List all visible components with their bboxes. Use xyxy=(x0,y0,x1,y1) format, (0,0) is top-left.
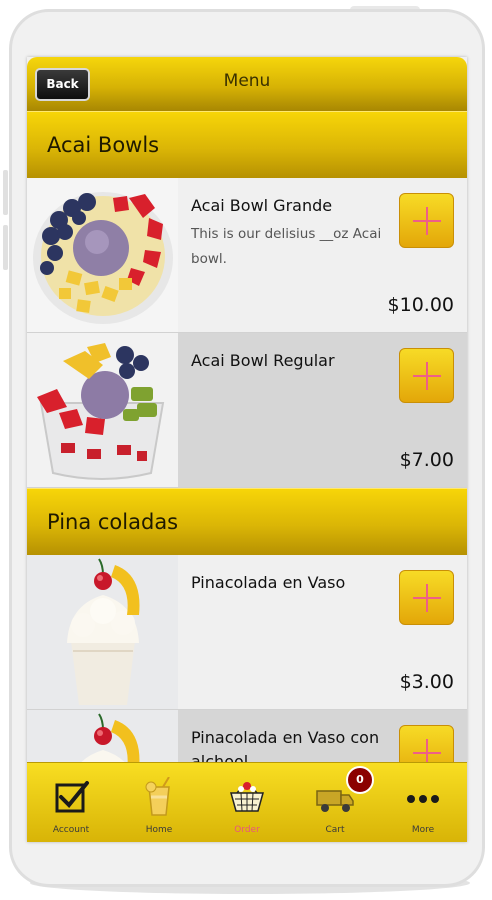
menu-item[interactable]: Pinacolada en Vaso $3.00 xyxy=(27,555,467,710)
section-header-pina-coladas: Pina coladas xyxy=(27,488,467,555)
tab-label: Account xyxy=(52,825,90,835)
top-navigation-bar: Back Menu xyxy=(27,57,467,111)
plus-icon xyxy=(426,584,428,612)
add-to-cart-button[interactable] xyxy=(399,725,454,762)
acai-bowl-grande-photo xyxy=(27,178,178,332)
phone-side-button xyxy=(3,225,8,270)
tab-label: Cart xyxy=(325,825,345,835)
item-name: Pinacolada en Vaso xyxy=(191,573,346,592)
tab-account[interactable]: Account xyxy=(27,763,115,842)
item-price: $3.00 xyxy=(399,671,454,693)
section-header-acai-bowls: Acai Bowls xyxy=(27,111,467,178)
plus-icon xyxy=(426,362,428,390)
tab-label: More xyxy=(411,825,435,835)
menu-item[interactable]: Acai Bowl Regular $7.00 xyxy=(27,333,467,488)
more-dots-icon xyxy=(407,795,439,803)
item-description: This is our delisius __oz Acai bowl. xyxy=(191,226,382,267)
menu-list[interactable]: Acai Bowls Acai Bowl Grande This is our … xyxy=(27,111,467,762)
tab-cart[interactable]: 0 Cart xyxy=(291,763,379,842)
phone-side-button xyxy=(3,170,8,215)
tab-label: Order xyxy=(234,825,260,835)
pinacolada-alcohol-photo xyxy=(27,710,178,762)
add-to-cart-button[interactable] xyxy=(399,193,454,248)
pinacolada-photo xyxy=(27,555,178,709)
bottom-tab-bar: Account Home Order 0 Cart More xyxy=(27,762,467,842)
add-to-cart-button[interactable] xyxy=(399,570,454,625)
menu-item[interactable]: Pinacolada en Vaso con alchool xyxy=(27,710,467,762)
add-to-cart-button[interactable] xyxy=(399,348,454,403)
app-screen: Back Menu Acai Bowls Acai Bowl Grande Th… xyxy=(27,57,467,842)
item-name: Pinacolada en Vaso con alchool xyxy=(191,728,380,762)
menu-item[interactable]: Acai Bowl Grande This is our delisius __… xyxy=(27,178,467,333)
tab-home[interactable]: Home xyxy=(115,763,203,842)
drink-icon xyxy=(145,777,170,816)
item-name: Acai Bowl Grande xyxy=(191,196,333,215)
basket-icon xyxy=(230,782,264,812)
item-price: $7.00 xyxy=(399,449,454,471)
tab-label: Home xyxy=(145,825,173,835)
acai-bowl-regular-photo xyxy=(27,333,178,487)
cart-count-badge: 0 xyxy=(346,766,374,794)
item-price: $10.00 xyxy=(387,294,454,316)
tab-order[interactable]: Order xyxy=(203,763,291,842)
checkbox-icon xyxy=(55,781,89,813)
page-title: Menu xyxy=(223,71,271,91)
plus-icon xyxy=(426,207,428,235)
tab-more[interactable]: More xyxy=(379,763,467,842)
item-name: Acai Bowl Regular xyxy=(191,351,335,370)
plus-icon xyxy=(426,739,428,762)
